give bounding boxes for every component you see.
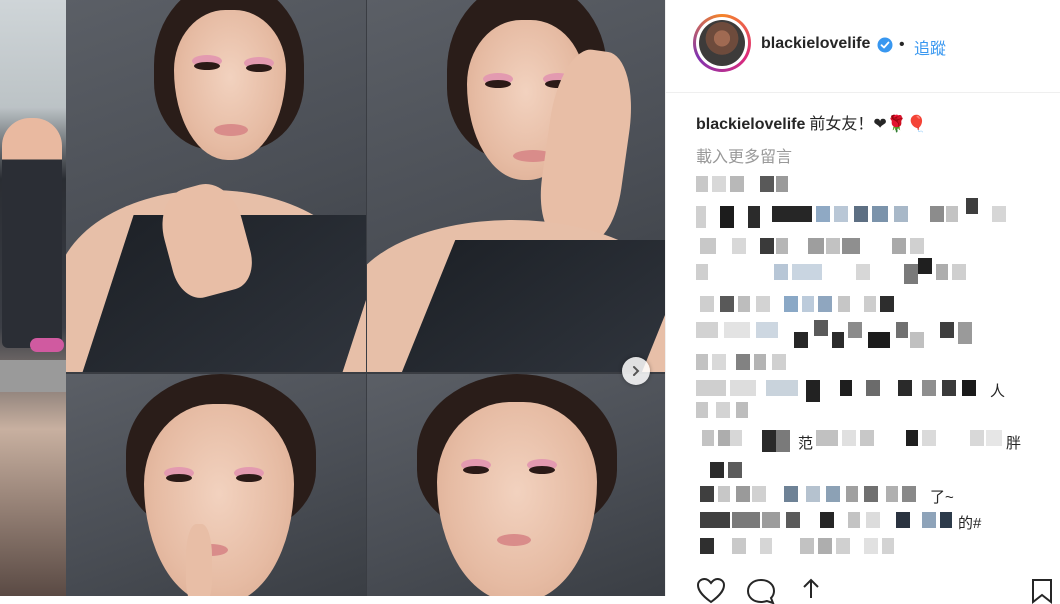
background-strip-photo: [0, 0, 66, 596]
comment-fragment: 的#: [958, 515, 982, 532]
comment-row: [696, 352, 1026, 374]
collage-tile-3: [66, 374, 366, 596]
comment-row: 了~: [696, 484, 1026, 506]
comment-row: 的#: [696, 510, 1026, 532]
comment-row: [696, 174, 1026, 196]
post-action-bar: [666, 572, 1060, 604]
post-caption: blackielovelife 前女友！❤🌹🎈: [696, 110, 927, 134]
background-shoe: [30, 338, 64, 352]
post-photo[interactable]: [0, 0, 665, 596]
chevron-right-icon: [633, 366, 640, 376]
comment-row: [696, 294, 1026, 316]
comment-fragment: 胖: [1006, 435, 1022, 452]
caption-username[interactable]: blackielovelife: [696, 116, 805, 133]
post-side-panel: blackielovelife • 追蹤 blackielovelife 前女友！…: [665, 0, 1060, 604]
collage-tile-2: [367, 0, 665, 372]
comment-row: [696, 236, 1026, 258]
comment-row: 范 胖: [696, 428, 1026, 478]
comment-bubble-icon[interactable]: [746, 578, 776, 604]
header-separator: •: [899, 36, 905, 53]
comment-row: [696, 198, 1026, 232]
carousel-next-button[interactable]: [622, 357, 650, 385]
avatar-photo: [699, 20, 745, 66]
follow-button[interactable]: 追蹤: [914, 35, 946, 59]
header-username[interactable]: blackielovelife: [761, 35, 870, 53]
comment-fragment: 了~: [930, 489, 954, 506]
heart-icon[interactable]: [696, 578, 726, 604]
comment-fragment: 范: [798, 435, 814, 452]
background-person: [2, 118, 62, 348]
verified-badge-icon: [877, 37, 893, 53]
caption-text: 前女友！❤🌹🎈: [809, 116, 927, 133]
post-header: blackielovelife • 追蹤: [666, 0, 1060, 93]
comment-row: [696, 320, 1026, 348]
collage-tile-4: [367, 374, 665, 596]
background-band: [0, 360, 66, 392]
bookmark-icon[interactable]: [1030, 578, 1054, 604]
comment-row: [696, 536, 1026, 558]
collage-tile-1: [66, 0, 366, 372]
comment-row: 人: [696, 378, 1026, 418]
load-more-comments-button[interactable]: 載入更多留言: [696, 143, 792, 167]
comment-row: [696, 258, 1026, 288]
avatar: [696, 17, 748, 69]
avatar-story-ring[interactable]: [693, 14, 751, 72]
comment-fragment: 人: [990, 383, 1006, 400]
share-arrow-icon[interactable]: [796, 578, 826, 604]
